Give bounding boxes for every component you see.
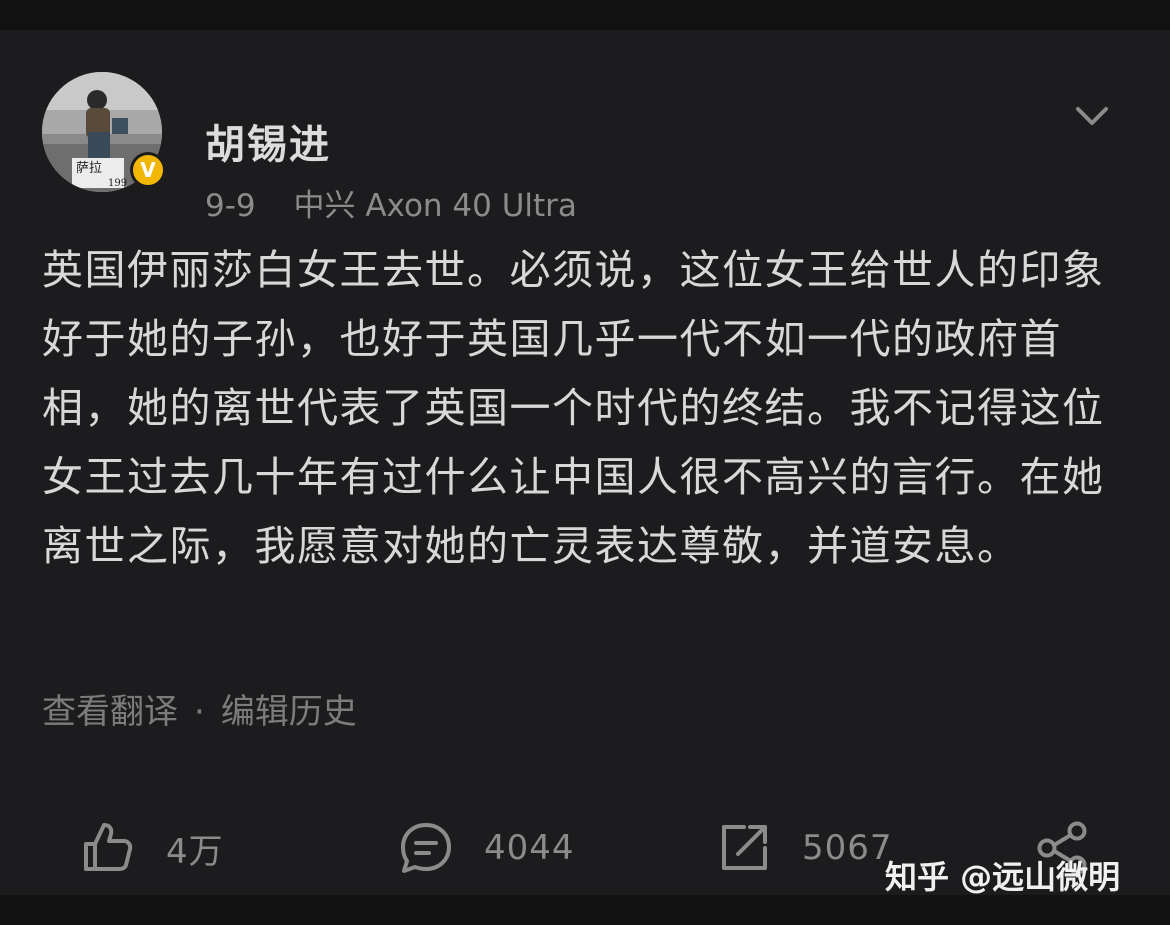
comment-count: 4044 <box>484 828 575 868</box>
post-links: 查看翻译 · 编辑历史 <box>42 684 357 733</box>
thumbs-up-icon <box>84 823 133 871</box>
avatar-caption-year: 199 <box>108 178 127 189</box>
chevron-down-icon[interactable] <box>1068 92 1116 140</box>
repost-button[interactable]: 5067 <box>716 820 893 876</box>
edit-history-link[interactable]: 编辑历史 <box>221 692 357 732</box>
link-separator: · <box>194 692 205 732</box>
bottom-strip <box>0 895 1170 925</box>
post-device: 中兴 Axon 40 Ultra <box>293 188 577 224</box>
author-name[interactable]: 胡锡进 <box>205 112 331 170</box>
post-meta: 9-9 中兴 Axon 40 Ultra <box>205 180 577 225</box>
screen: 萨拉 199 V 胡锡进 9-9 中兴 Axon 40 Ultra 英国伊丽莎白… <box>0 0 1170 925</box>
post-card: 萨拉 199 V 胡锡进 9-9 中兴 Axon 40 Ultra 英国伊丽莎白… <box>0 30 1170 895</box>
zhihu-watermark: 知乎 @远山微明 <box>885 858 1121 896</box>
verified-badge: V <box>130 152 166 188</box>
post-date: 9-9 <box>205 188 256 224</box>
repost-count: 5067 <box>802 828 893 868</box>
post-text: 英国伊丽莎白女王去世。必须说，这位女王给世人的印象好于她的子孙，也好于英国几乎一… <box>42 246 1105 570</box>
avatar-caption: 萨拉 <box>76 161 102 176</box>
view-translation-link[interactable]: 查看翻译 <box>42 692 178 732</box>
like-count: 4万 <box>166 831 224 872</box>
like-button[interactable]: 4万 <box>80 820 224 876</box>
comment-icon <box>401 823 451 873</box>
comment-button[interactable]: 4044 <box>398 820 575 876</box>
repost-icon <box>722 825 767 870</box>
